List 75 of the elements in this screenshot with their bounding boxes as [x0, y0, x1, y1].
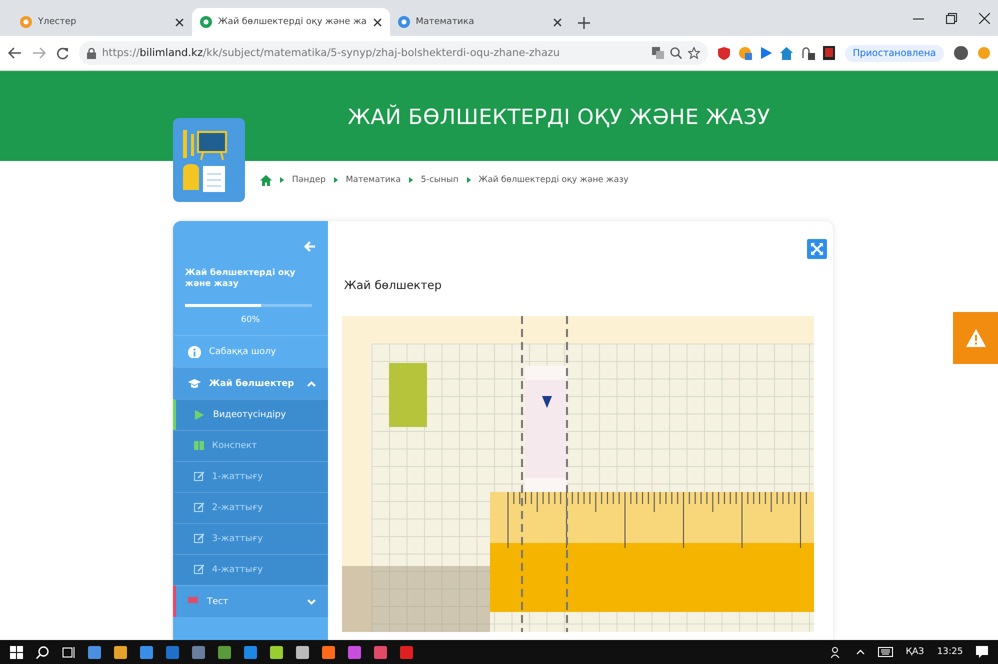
chevron-down-icon[interactable] [307, 598, 316, 604]
new-tab-icon[interactable] [578, 17, 590, 29]
edit-icon [194, 533, 204, 545]
house-icon[interactable] [780, 46, 793, 60]
play-icon[interactable] [760, 47, 772, 59]
page-title: ЖАЙ БӨЛШЕКТЕРДІ ОҚУ ЖӘНЕ ЖАЗУ [348, 105, 770, 129]
app-icon[interactable] [374, 646, 387, 658]
favicon-icon [20, 16, 32, 28]
translate-icon[interactable] [652, 47, 664, 59]
browser-tab[interactable]: Үлестер [12, 8, 192, 36]
edit-icon [194, 502, 204, 514]
lesson-title: Жай бөлшектерді оқу және жазу [185, 268, 296, 290]
sidebar-item[interactable]: Конспект [173, 430, 328, 461]
extension-icon[interactable] [822, 46, 835, 60]
close-icon[interactable] [552, 18, 562, 26]
app-icon[interactable] [88, 646, 101, 658]
chevron-icon [280, 177, 284, 183]
close-icon[interactable] [979, 12, 990, 24]
sidebar-item[interactable]: Видеотүсіндіру [173, 399, 328, 430]
profile-button[interactable]: Приостановлена [844, 44, 944, 62]
content-heading: Жай бөлшектер [344, 278, 443, 292]
favicon-icon [200, 16, 212, 28]
graduation-cap-icon [188, 378, 201, 390]
book-icon [194, 440, 204, 452]
windows-logo-icon[interactable] [10, 646, 23, 658]
search-icon[interactable] [36, 646, 49, 658]
play-icon [194, 409, 205, 421]
app-icon[interactable] [348, 646, 361, 658]
avatar-icon[interactable] [954, 46, 968, 60]
sidebar-section[interactable]: Тест [173, 585, 328, 617]
breadcrumb-link[interactable]: Пәндер [292, 175, 326, 185]
fullscreen-icon[interactable] [807, 239, 827, 259]
app-icon[interactable] [270, 646, 283, 658]
notification-icon[interactable] [976, 646, 988, 658]
task-view-icon[interactable] [62, 646, 75, 658]
progress-label: 60% [240, 315, 261, 325]
favicon-icon [398, 16, 410, 28]
home-icon[interactable] [260, 174, 272, 186]
shield-icon[interactable] [718, 46, 730, 60]
app-icon[interactable] [140, 646, 153, 658]
breadcrumb-link[interactable]: Математика [346, 175, 401, 185]
chevron-icon [334, 177, 338, 183]
address-bar[interactable]: https://bilimland.kz/kk/subject/matematika/5-synyp/zhaj-bolshekterdi-oqu-zhane-zhazu [79, 41, 708, 65]
browser-tab[interactable]: Жай бөлшектерді оқу және жа [192, 8, 390, 36]
sidebar-section[interactable]: Жай бөлшектер [173, 367, 328, 399]
zoom-icon[interactable] [670, 47, 682, 59]
language-indicator[interactable]: ҚАЗ [906, 647, 924, 657]
keyboard-icon[interactable] [878, 647, 893, 657]
chevron-up-icon[interactable] [856, 649, 865, 655]
chevron-icon [408, 177, 413, 183]
restore-icon[interactable] [946, 12, 957, 24]
sidebar-item[interactable]: 3-жаттығу [173, 523, 328, 554]
breadcrumb-link[interactable]: 5-сынып [420, 175, 459, 185]
info-icon [188, 346, 201, 358]
chevron-icon [466, 177, 471, 183]
app-icon[interactable] [322, 646, 335, 658]
extension-icon[interactable] [800, 46, 815, 60]
star-icon[interactable] [688, 47, 700, 59]
app-icon[interactable] [244, 646, 257, 658]
sidebar-item[interactable]: 4-жаттығу [173, 554, 328, 585]
browser-tab[interactable]: Математика [390, 8, 570, 36]
lock-icon [87, 48, 96, 58]
back-arrow-icon[interactable] [8, 47, 22, 59]
sidebar-item[interactable]: 2-жаттығу [173, 492, 328, 523]
clock[interactable]: 13:25 [937, 647, 963, 657]
app-icon[interactable] [192, 646, 205, 658]
close-icon[interactable] [175, 18, 184, 26]
app-icon[interactable] [296, 646, 309, 658]
close-icon[interactable] [372, 18, 382, 26]
edit-icon [194, 564, 204, 576]
edit-icon [194, 471, 204, 483]
sidebar-item[interactable]: 1-жаттығу [173, 461, 328, 492]
app-icon[interactable] [114, 646, 127, 658]
reload-icon[interactable] [56, 46, 69, 60]
app-icon[interactable] [218, 646, 231, 658]
